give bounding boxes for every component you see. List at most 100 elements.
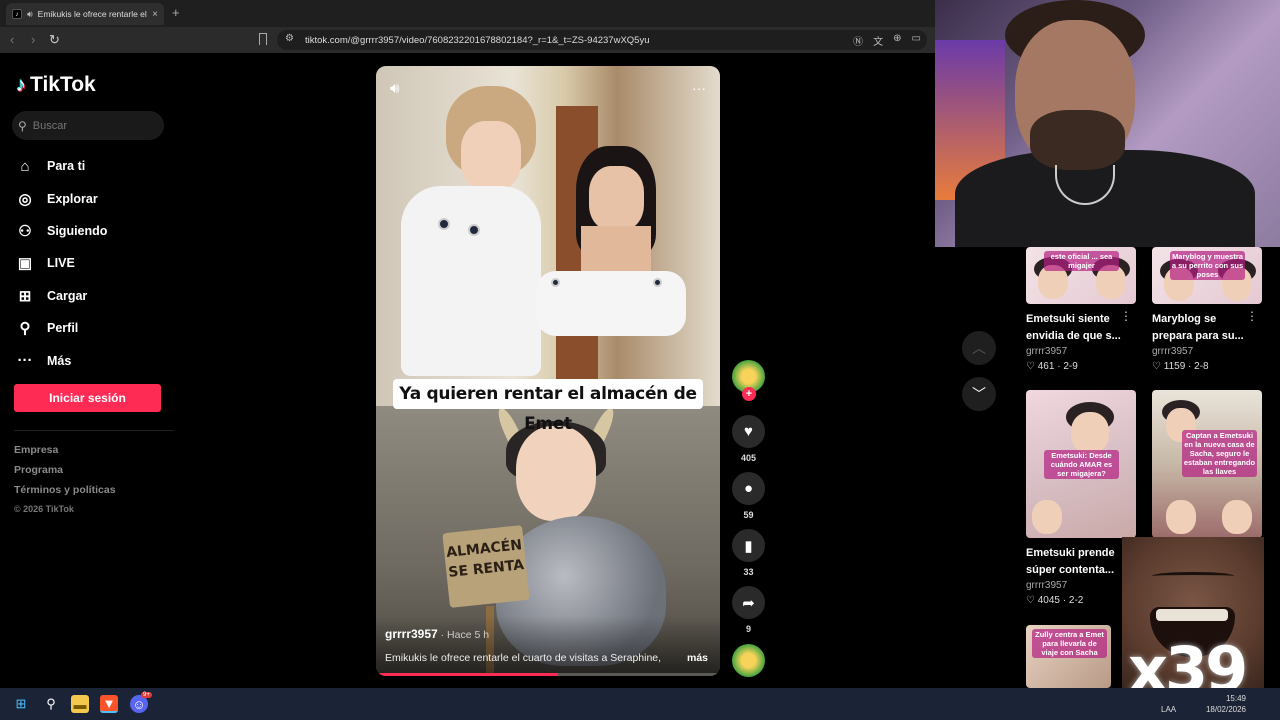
video-frame-top: 🔊︎ ··· xyxy=(376,66,720,406)
rec-title[interactable]: Emetsuki prende súper contenta... xyxy=(1026,545,1126,578)
share-action[interactable]: ➦ 9 xyxy=(732,586,765,634)
nav-item-mas[interactable]: ··· Más xyxy=(16,344,107,376)
login-button[interactable]: Iniciar sesión xyxy=(14,384,161,412)
main-nav: ⌂ Para ti ◎ Explorar ⚇ Siguiendo ▣ LIVE ⊞ Car… xyxy=(16,150,108,377)
like-count: 405 xyxy=(740,453,757,463)
footer-link-empresa[interactable]: Empresa xyxy=(14,444,116,464)
follow-button[interactable]: + xyxy=(742,387,756,401)
site-info-icon[interactable]: ⚙ xyxy=(285,33,294,44)
rec-card[interactable]: Maryblog y muestra a su perrito con sus … xyxy=(1152,247,1266,372)
comment-icon[interactable]: ● xyxy=(732,472,765,505)
volume-icon[interactable]: 🔊︎ xyxy=(390,80,399,97)
search-box[interactable]: ⚲ xyxy=(12,111,164,140)
rec-likes: 1159 xyxy=(1163,361,1186,372)
browser-tab[interactable]: ♪ 🔊︎ Emikukis le ofrece rentarle el × xyxy=(6,3,164,25)
live-icon: ▣ xyxy=(17,255,33,273)
video-options-icon[interactable]: ··· xyxy=(692,80,706,96)
footer-link-terminos[interactable]: Términos y políticas xyxy=(14,484,116,504)
brand-name: TikTok xyxy=(30,73,96,96)
rec-thumbnail[interactable]: Captan a Emetsuki en la nueva casa de Sa… xyxy=(1152,390,1262,538)
tiktok-note-icon: ♪ xyxy=(16,73,26,96)
copyright: © 2026 TikTok xyxy=(14,504,74,514)
video-progress-bar[interactable] xyxy=(376,673,720,676)
rec-card[interactable]: este oficial ... sea migajer Emetsuki si… xyxy=(1026,247,1140,372)
save-action[interactable]: ▮ 33 xyxy=(732,529,765,577)
share-icon[interactable]: ➦ xyxy=(732,586,765,619)
no-translate-icon[interactable]: Ⓝ xyxy=(853,33,863,48)
forward-icon[interactable]: › xyxy=(31,32,35,47)
rec-likes: 461 xyxy=(1037,361,1055,372)
rec-user[interactable]: grrrr3957 xyxy=(1152,346,1266,357)
tiktok-favicon-icon: ♪ xyxy=(12,9,22,19)
streamer-webcam xyxy=(935,0,1280,247)
nav-item-live[interactable]: ▣ LIVE xyxy=(16,247,107,279)
rec-date: 2-8 xyxy=(1194,361,1209,372)
rec-menu-icon[interactable]: ⋮ xyxy=(1120,309,1132,323)
back-icon[interactable]: ‹ xyxy=(10,32,14,47)
rec-thumbnail[interactable]: este oficial ... sea migajer xyxy=(1026,247,1136,304)
nav-label: Perfil xyxy=(47,321,79,336)
rec-stats: ♡ 461 · 2-9 xyxy=(1026,361,1078,372)
windows-start-icon[interactable]: ⊞ xyxy=(12,695,30,713)
rec-card[interactable]: Captan a Emetsuki en la nueva casa de Sa… xyxy=(1152,390,1266,538)
sidebar-footer: Empresa Programa Términos y políticas © … xyxy=(14,444,116,524)
search-icon: ⚲ xyxy=(18,118,27,133)
nav-item-para-ti[interactable]: ⌂ Para ti xyxy=(16,150,107,182)
address-toolbar: ‹ › ↻ ⚙ tiktok.com/@grrrr3957/video/7608… xyxy=(0,27,935,53)
music-disc-icon[interactable] xyxy=(732,644,765,677)
nav-label: LIVE xyxy=(47,256,75,271)
cast-icon[interactable]: ▭ xyxy=(912,33,921,48)
comment-action[interactable]: ● 59 xyxy=(732,472,765,520)
taskbar-search-icon[interactable]: ⚲ xyxy=(42,695,60,713)
file-explorer-icon[interactable]: ▬ xyxy=(71,695,89,713)
author-username[interactable]: grrrr3957 xyxy=(385,627,438,641)
home-icon: ⌂ xyxy=(20,157,30,175)
clock-time: 15:49 xyxy=(1225,694,1246,703)
nav-item-siguiendo[interactable]: ⚇ Siguiendo xyxy=(16,215,107,247)
rec-title[interactable]: Maryblog se prepara para su... xyxy=(1152,311,1252,344)
rec-title[interactable]: Emetsuki siente envidia de que s... xyxy=(1026,311,1126,344)
upload-icon: ⊞ xyxy=(18,287,32,305)
like-action[interactable]: ♥ 405 xyxy=(732,415,765,463)
browser-tab-bar: ♪ 🔊︎ Emikukis le ofrece rentarle el × + xyxy=(0,0,935,27)
post-time: · Hace 5 h xyxy=(437,629,490,641)
video-player[interactable]: 🔊︎ ··· ALMACÉN SE RENTA Ya quieren renta… xyxy=(376,66,720,676)
rec-menu-icon[interactable]: ⋮ xyxy=(1246,309,1258,323)
chevron-down-icon: ﹀ xyxy=(972,386,986,402)
rec-thumbnail[interactable]: Maryblog y muestra a su perrito con sus … xyxy=(1152,247,1262,304)
translate-icon[interactable]: 文 xyxy=(873,33,883,48)
tiktok-sidebar: ♪ TikTok ⚲ ⌂ Para ti ◎ Explorar ⚇ Siguiendo… xyxy=(0,53,180,688)
following-icon: ⚇ xyxy=(18,222,32,240)
sidebar-divider xyxy=(14,430,174,431)
rec-user[interactable]: grrrr3957 xyxy=(1026,346,1140,357)
tab-title: Emikukis le ofrece rentarle el xyxy=(37,9,147,19)
next-video-button[interactable]: ﹀ xyxy=(962,377,996,411)
video-author[interactable]: grrrr3957 · Hace 5 h xyxy=(385,627,489,641)
url-bar[interactable]: ⚙ tiktok.com/@grrrr3957/video/7608232201… xyxy=(277,30,927,50)
bookmark-icon[interactable] xyxy=(259,33,267,45)
face-image xyxy=(516,426,596,521)
rec-thumbnail[interactable]: Zully centra a Emet para llevarla de via… xyxy=(1026,625,1111,688)
previous-video-button[interactable]: ︿ xyxy=(962,331,996,365)
tiktok-logo[interactable]: ♪ TikTok xyxy=(16,73,96,97)
footer-link-programa[interactable]: Programa xyxy=(14,464,116,484)
chevron-up-icon: ︿ xyxy=(972,340,986,356)
heart-outline-icon: ♡ xyxy=(1152,361,1161,372)
reload-icon[interactable]: ↻ xyxy=(49,32,60,48)
search-input[interactable] xyxy=(32,119,153,132)
nav-item-explorar[interactable]: ◎ Explorar xyxy=(16,182,107,214)
rec-thumbnail[interactable]: Emetsuki: Desde cuándo AMAR es ser migaj… xyxy=(1026,390,1136,538)
rec-date: 2-2 xyxy=(1068,595,1084,606)
zoom-icon[interactable]: ⊕ xyxy=(893,33,901,48)
bookmark-save-icon[interactable]: ▮ xyxy=(732,529,765,562)
close-tab-icon[interactable]: × xyxy=(152,9,158,20)
description-more-link[interactable]: más xyxy=(687,652,708,664)
nav-item-perfil[interactable]: ⚲ Perfil xyxy=(16,312,107,344)
new-tab-button[interactable]: + xyxy=(172,5,180,20)
language-indicator[interactable]: LAA xyxy=(1161,705,1176,714)
nav-item-cargar[interactable]: ⊞ Cargar xyxy=(16,280,107,312)
rec-thumb-text: Emetsuki: Desde cuándo AMAR es ser migaj… xyxy=(1044,450,1119,479)
brave-browser-icon[interactable]: ▼ xyxy=(100,695,118,713)
heart-icon[interactable]: ♥ xyxy=(732,415,765,448)
system-clock[interactable]: 15:49 18/02/2026 xyxy=(1206,693,1246,715)
